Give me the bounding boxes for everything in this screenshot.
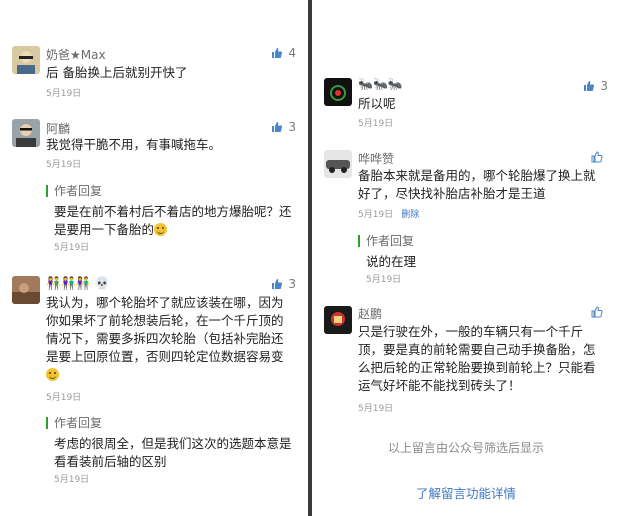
comment-date: 5月19日	[46, 393, 82, 403]
comment-date: 5月19日 删除	[358, 207, 419, 220]
right-comment-panel: 🐜🐜🐜 3 所以呢 5月19日 哗哗赞 备胎本来就是备用的，哪个轮胎爆了换上就好…	[312, 0, 620, 516]
author-reply-text: 说的在理	[366, 254, 417, 269]
author-reply-label: 作者回复	[46, 184, 294, 198]
comment-date: 5月19日	[358, 404, 394, 414]
comment-nickname[interactable]: 阿麟	[46, 120, 70, 137]
comment-body: 我认为，哪个轮胎坏了就应该装在哪，因为你如果坏了前轮想装后轮，在一个千斤顶的情况…	[46, 294, 294, 384]
comment-item: 奶爸★Max 4 后 备胎换上后就别开快了 5月19日	[0, 42, 308, 102]
comment-date-text: 5月19日	[358, 210, 394, 220]
comment-date: 5月19日	[46, 160, 82, 170]
comment-nickname[interactable]: 赵鹏	[358, 305, 382, 322]
author-reply-date: 5月19日	[54, 243, 90, 253]
avatar[interactable]	[324, 306, 352, 334]
thumbs-up-icon	[272, 279, 283, 289]
like-button[interactable]: 3	[271, 277, 296, 291]
smile-emoji-icon	[46, 368, 59, 381]
author-reply-date: 5月19日	[54, 475, 90, 485]
like-count: 4	[288, 46, 296, 60]
comment-item: 赵鹏 只是行驶在外，一般的车辆只有一个千斤顶，要是真的前轮需要自己动手换备胎，怎…	[312, 305, 620, 415]
left-comment-panel: 奶爸★Max 4 后 备胎换上后就别开快了 5月19日 阿麟 3 我觉得干脆不用…	[0, 0, 308, 516]
like-button[interactable]	[591, 151, 608, 163]
thumbs-up-icon	[591, 151, 603, 163]
comment-item: 阿麟 3 我觉得干脆不用，有事喊拖车。 5月19日 作者回复 要是在前不着村后不…	[0, 117, 308, 257]
avatar[interactable]	[12, 119, 40, 147]
like-count: 3	[600, 79, 608, 93]
like-button[interactable]: 4	[271, 46, 296, 60]
author-reply: 作者回复 要是在前不着村后不着店的地方爆胎呢？还是要用一下备胎的 5月19日	[46, 184, 294, 253]
comment-text: 我认为，哪个轮胎坏了就应该装在哪，因为你如果坏了前轮想装后轮，在一个千斤顶的情况…	[46, 295, 284, 364]
thumbs-up-icon	[584, 81, 595, 91]
comment-nickname[interactable]: 奶爸★Max	[46, 46, 106, 63]
comment-date: 5月19日	[46, 89, 82, 99]
author-reply-body: 要是在前不着村后不着店的地方爆胎呢？还是要用一下备胎的	[54, 203, 294, 239]
like-button[interactable]: 3	[271, 120, 296, 134]
like-button[interactable]	[591, 306, 608, 318]
author-reply: 作者回复 说的在理 5月19日	[358, 234, 606, 285]
filter-notice: 以上留言由公众号筛选后显示	[387, 441, 544, 455]
comment-text: 备胎本来就是备用的，哪个轮胎爆了换上就好了，尽快找补胎店补胎才是王道	[358, 168, 596, 201]
like-count: 3	[288, 120, 296, 134]
thumbs-up-icon	[272, 48, 283, 58]
author-reply: 作者回复 考虑的很周全，但是我们这次的选题本意是看看装前后轴的区别 5月19日	[46, 416, 294, 485]
learn-more-link[interactable]: 了解留言功能详情	[312, 483, 620, 502]
thumbs-up-icon	[591, 306, 603, 318]
delete-link[interactable]: 删除	[401, 210, 419, 220]
comment-item: 🐜🐜🐜 3 所以呢 5月19日	[312, 74, 620, 129]
comment-date: 5月19日	[358, 119, 394, 129]
author-reply-text: 要是在前不着村后不着店的地方爆胎呢？还是要用一下备胎的	[54, 204, 292, 237]
avatar[interactable]	[324, 78, 352, 106]
author-reply-label: 作者回复	[46, 416, 294, 430]
avatar[interactable]	[324, 150, 352, 178]
avatar[interactable]	[12, 46, 40, 74]
author-reply-date: 5月19日	[366, 275, 402, 285]
comment-item: 👫👫👫 💀 3 我认为，哪个轮胎坏了就应该装在哪，因为你如果坏了前轮想装后轮，在…	[0, 274, 308, 494]
comment-text: 我觉得干脆不用，有事喊拖车。	[46, 137, 222, 152]
comment-nickname[interactable]: 🐜🐜🐜	[358, 77, 403, 91]
comment-text: 只是行驶在外，一般的车辆只有一个千斤顶，要是真的前轮需要自己动手换备胎，怎么把后…	[358, 324, 596, 393]
comment-text: 后 备胎换上后就别开快了	[46, 65, 188, 80]
like-count: 3	[288, 277, 296, 291]
smile-emoji-icon	[154, 223, 168, 236]
comment-nickname[interactable]: 哗哗赞	[358, 150, 394, 167]
like-button[interactable]: 3	[583, 79, 608, 93]
comment-nickname[interactable]: 👫👫👫 💀	[46, 276, 110, 290]
author-reply-text: 考虑的很周全，但是我们这次的选题本意是看看装前后轴的区别	[54, 436, 292, 469]
author-reply-label: 作者回复	[358, 234, 606, 248]
avatar[interactable]	[12, 276, 40, 304]
comment-item: 哗哗赞 备胎本来就是备用的，哪个轮胎爆了换上就好了，尽快找补胎店补胎才是王道 5…	[312, 147, 620, 287]
comment-text: 所以呢	[358, 96, 396, 111]
thumbs-up-icon	[272, 122, 283, 132]
